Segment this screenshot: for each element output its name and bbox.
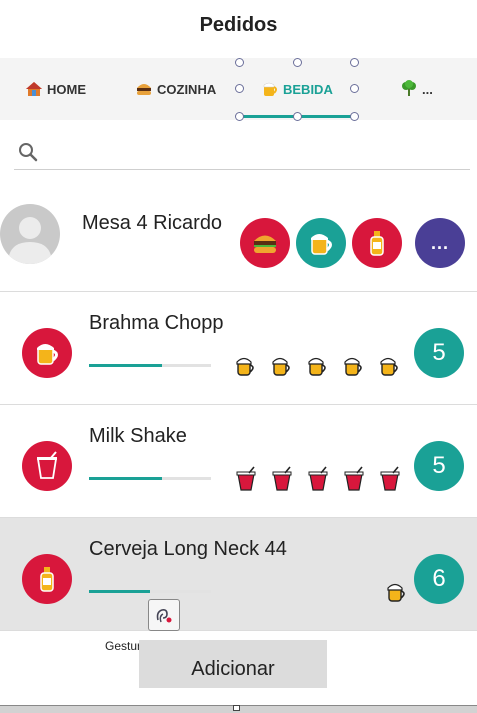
selection-handle[interactable]	[235, 84, 244, 93]
gesture-manager-icon[interactable]	[148, 599, 180, 631]
tab-more[interactable]: ...	[400, 80, 433, 98]
progress-fill	[89, 364, 163, 367]
tab-more-label: ...	[422, 81, 433, 97]
burger-icon	[254, 235, 276, 253]
mini-icons	[233, 352, 403, 380]
tab-bebida[interactable]: BEBIDA	[261, 80, 333, 98]
category-beer[interactable]	[296, 218, 346, 268]
selection-handle[interactable]	[350, 58, 359, 67]
tab-cozinha[interactable]: COZINHA	[135, 80, 216, 98]
beer-icon	[22, 328, 72, 378]
list-item-brahma-chopp[interactable]: Brahma Chopp 5	[0, 292, 477, 405]
bottle-icon	[22, 554, 72, 604]
count-badge: 5	[414, 441, 464, 491]
list-item-cerveja-long-neck[interactable]: Cerveja Long Neck 44 6	[0, 518, 477, 631]
tab-bar: HOME COZINHA BEBIDA ...	[0, 58, 477, 121]
category-burger[interactable]	[240, 218, 290, 268]
search-icon	[19, 143, 38, 162]
mini-beer-icon	[305, 352, 331, 380]
mesa-name: Mesa 4 Ricardo	[82, 212, 223, 234]
bottle-icon	[370, 231, 384, 256]
add-button[interactable]: Adicionar	[139, 640, 327, 688]
burger-icon	[135, 80, 153, 98]
category-bottle[interactable]	[352, 218, 402, 268]
list-item-milk-shake[interactable]: Milk Shake 5	[0, 405, 477, 518]
mini-beer-icon	[384, 578, 410, 606]
item-name: Cerveja Long Neck 44	[89, 538, 287, 560]
mini-beer-icon	[341, 352, 367, 380]
item-progress	[89, 477, 211, 480]
selection-handle[interactable]	[293, 58, 302, 67]
search-bar[interactable]	[14, 136, 470, 170]
progress-fill	[89, 477, 163, 480]
item-progress	[89, 364, 211, 367]
item-name: Brahma Chopp	[89, 312, 224, 334]
mini-cup-icon	[233, 465, 259, 493]
selection-handle[interactable]	[350, 84, 359, 93]
mini-beer-icon	[269, 352, 295, 380]
item-name: Milk Shake	[89, 425, 187, 447]
mini-cup-icon	[269, 465, 295, 493]
mini-beer-icon	[377, 352, 403, 380]
mini-cup-icon	[377, 465, 403, 493]
tab-home-label: HOME	[47, 81, 86, 97]
count-badge: 5	[414, 328, 464, 378]
beer-icon	[261, 80, 279, 98]
search-input[interactable]	[44, 140, 464, 166]
more-icon: ...	[430, 232, 449, 253]
mini-beer-icon	[233, 352, 259, 380]
page-title: Pedidos	[199, 14, 278, 36]
resize-handle[interactable]	[233, 705, 240, 711]
tab-bebida-label: BEBIDA	[283, 81, 333, 97]
count-badge: 6	[414, 554, 464, 604]
more-categories-button[interactable]: ...	[415, 218, 465, 268]
selection-handle[interactable]	[293, 112, 302, 121]
selection-handle[interactable]	[350, 112, 359, 121]
mini-cup-icon	[305, 465, 331, 493]
progress-fill	[89, 590, 150, 593]
tab-cozinha-label: COZINHA	[157, 81, 217, 97]
tab-home[interactable]: HOME	[25, 80, 86, 98]
mini-icons	[233, 465, 403, 493]
selection-handle[interactable]	[235, 112, 244, 121]
broccoli-icon	[400, 80, 418, 98]
avatar	[0, 204, 60, 264]
mesa-row[interactable]: Mesa 4 Ricardo ...	[0, 188, 477, 292]
mini-icons	[384, 578, 410, 606]
item-progress	[89, 590, 211, 593]
selection-handle[interactable]	[235, 58, 244, 67]
beer-icon	[311, 234, 332, 255]
home-icon	[25, 80, 43, 98]
shake-icon	[22, 441, 72, 491]
mini-cup-icon	[341, 465, 367, 493]
